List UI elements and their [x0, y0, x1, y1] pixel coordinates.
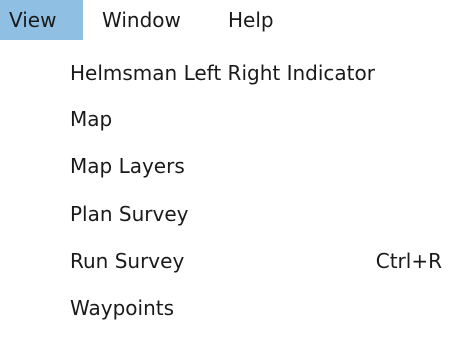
menu-item-run-survey[interactable]: Run Survey Ctrl+R — [0, 238, 450, 284]
menu-item-map[interactable]: Map — [0, 96, 450, 142]
menu-item-label: Map — [70, 107, 113, 131]
menu-item-label: Map Layers — [70, 154, 185, 178]
menu-item-waypoints[interactable]: Waypoints — [0, 285, 450, 331]
menu-item-label: Plan Survey — [70, 202, 189, 226]
menu-item-label: Run Survey — [70, 249, 185, 273]
menu-window[interactable]: Window — [93, 0, 208, 40]
menu-item-map-layers[interactable]: Map Layers — [0, 143, 450, 189]
menu-item-label: Waypoints — [70, 296, 175, 320]
menu-view[interactable]: View — [0, 0, 83, 40]
menu-item-helmsman-left-right-indicator[interactable]: Helmsman Left Right Indicator — [0, 50, 450, 96]
menu-item-label: Helmsman Left Right Indicator — [70, 61, 375, 85]
view-dropdown-menu: Helmsman Left Right Indicator Map Map La… — [0, 40, 450, 345]
menu-help[interactable]: Help — [219, 0, 287, 40]
menu-item-shortcut: Ctrl+R — [375, 249, 442, 273]
menu-bar: View Window Help — [0, 0, 450, 40]
menu-item-plan-survey[interactable]: Plan Survey — [0, 191, 450, 237]
